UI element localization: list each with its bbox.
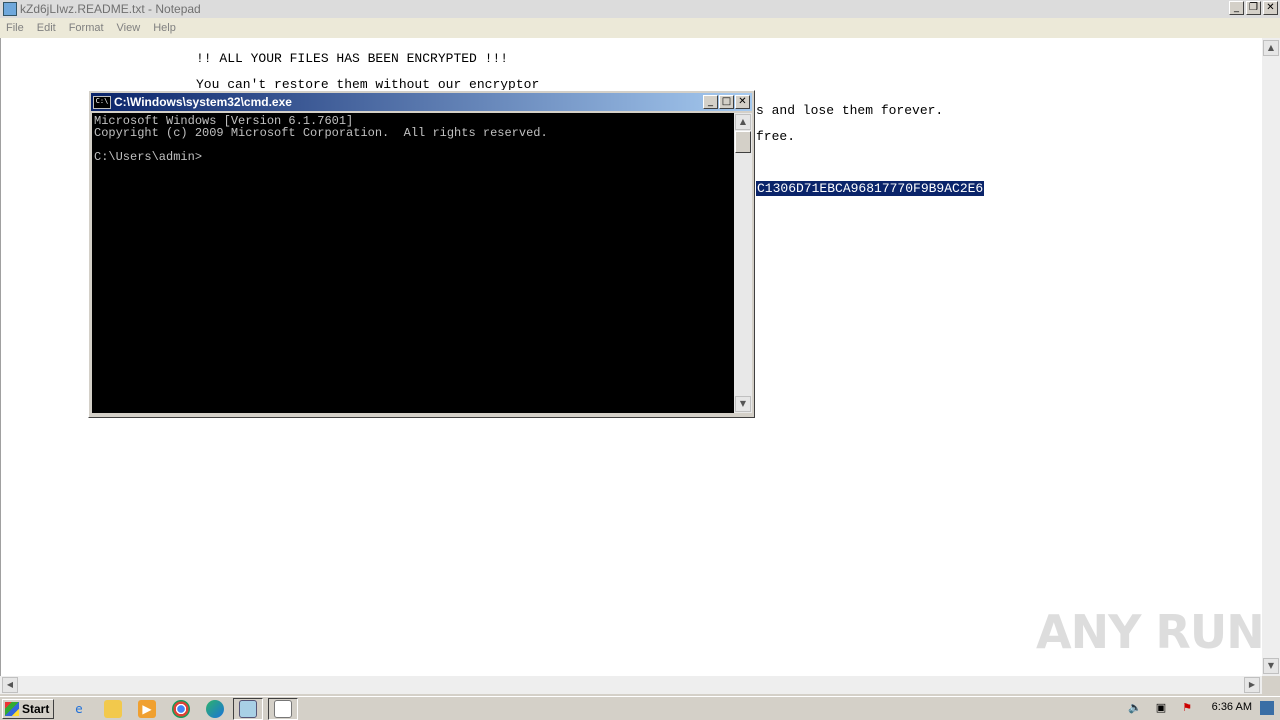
menu-edit[interactable]: Edit — [31, 22, 63, 34]
notepad-horizontal-scrollbar[interactable]: ◀ ▶ — [0, 676, 1262, 694]
scroll-down-icon[interactable]: ▼ — [1263, 658, 1279, 674]
cmd-scroll-thumb[interactable] — [735, 131, 751, 153]
notepad-title: kZd6jLIwz.README.txt - Notepad — [20, 2, 201, 16]
scroll-right-icon[interactable]: ▶ — [1244, 677, 1260, 693]
close-button[interactable]: ✕ — [1263, 1, 1278, 15]
notepad-icon — [239, 700, 257, 718]
cmd-console-output[interactable]: Microsoft Windows [Version 6.1.7601] Cop… — [92, 113, 734, 413]
notepad-vertical-scrollbar[interactable]: ▲ ▼ — [1262, 38, 1280, 676]
start-button[interactable]: Start — [2, 699, 54, 719]
menu-view[interactable]: View — [111, 22, 148, 34]
cmd-app-icon: C:\ — [93, 95, 111, 109]
chrome-icon[interactable] — [172, 700, 190, 718]
cmd-minimize-button[interactable]: _ — [703, 95, 718, 109]
selected-decryption-id: C1306D71EBCA96817770F9B9AC2E6 — [756, 181, 985, 196]
edge-icon[interactable] — [206, 700, 224, 718]
menu-help[interactable]: Help — [147, 22, 183, 34]
ransom-note-line-3: s and lose them forever. — [756, 103, 944, 118]
media-player-icon[interactable]: ▶ — [138, 700, 156, 718]
cmd-close-button[interactable]: ✕ — [735, 95, 750, 109]
cmd-title-bar[interactable]: C:\ C:\Windows\system32\cmd.exe _ □ ✕ — [91, 93, 752, 111]
notepad-title-bar[interactable]: kZd6jLIwz.README.txt - Notepad _ ❐ ✕ — [0, 0, 1280, 18]
restore-button[interactable]: ❐ — [1246, 1, 1261, 15]
menu-format[interactable]: Format — [63, 22, 111, 34]
explorer-icon[interactable] — [104, 700, 122, 718]
scroll-up-icon[interactable]: ▲ — [1263, 40, 1279, 56]
menu-file[interactable]: File — [0, 22, 31, 34]
cmd-scroll-up-icon[interactable]: ▲ — [735, 114, 751, 130]
windows-logo-icon — [5, 702, 19, 716]
start-label: Start — [22, 702, 50, 716]
taskbar: Start e ▶ 🔈 ▣ ⚑ 6:36 AM — [0, 696, 1280, 720]
ie-icon[interactable]: e — [70, 700, 88, 718]
network-icon[interactable]: ▣ — [1154, 701, 1168, 715]
ransom-note-line-1: !! ALL YOUR FILES HAS BEEN ENCRYPTED !!! — [196, 51, 509, 66]
cmd-window: C:\ C:\Windows\system32\cmd.exe _ □ ✕ Mi… — [88, 90, 755, 418]
show-desktop-icon[interactable] — [1260, 701, 1274, 715]
cmd-title: C:\Windows\system32\cmd.exe — [114, 95, 292, 109]
action-center-icon[interactable]: ⚑ — [1180, 701, 1194, 715]
cmd-scroll-down-icon[interactable]: ▼ — [735, 396, 751, 412]
cmd-vertical-scrollbar[interactable]: ▲ ▼ — [734, 113, 752, 413]
notepad-app-icon — [3, 2, 17, 16]
clock[interactable]: 6:36 AM — [1212, 701, 1252, 713]
ransom-note-line-4: free. — [756, 129, 796, 144]
scroll-left-icon[interactable]: ◀ — [2, 677, 18, 693]
notepad-menu-bar: File Edit Format View Help — [0, 18, 1280, 38]
minimize-button[interactable]: _ — [1229, 1, 1244, 15]
volume-icon[interactable]: 🔈 — [1128, 701, 1142, 715]
cmd-icon — [274, 700, 292, 718]
cmd-maximize-button[interactable]: □ — [719, 95, 734, 109]
scrollbar-corner — [1262, 676, 1280, 694]
anyrun-watermark: ANY RUN — [1036, 605, 1265, 659]
